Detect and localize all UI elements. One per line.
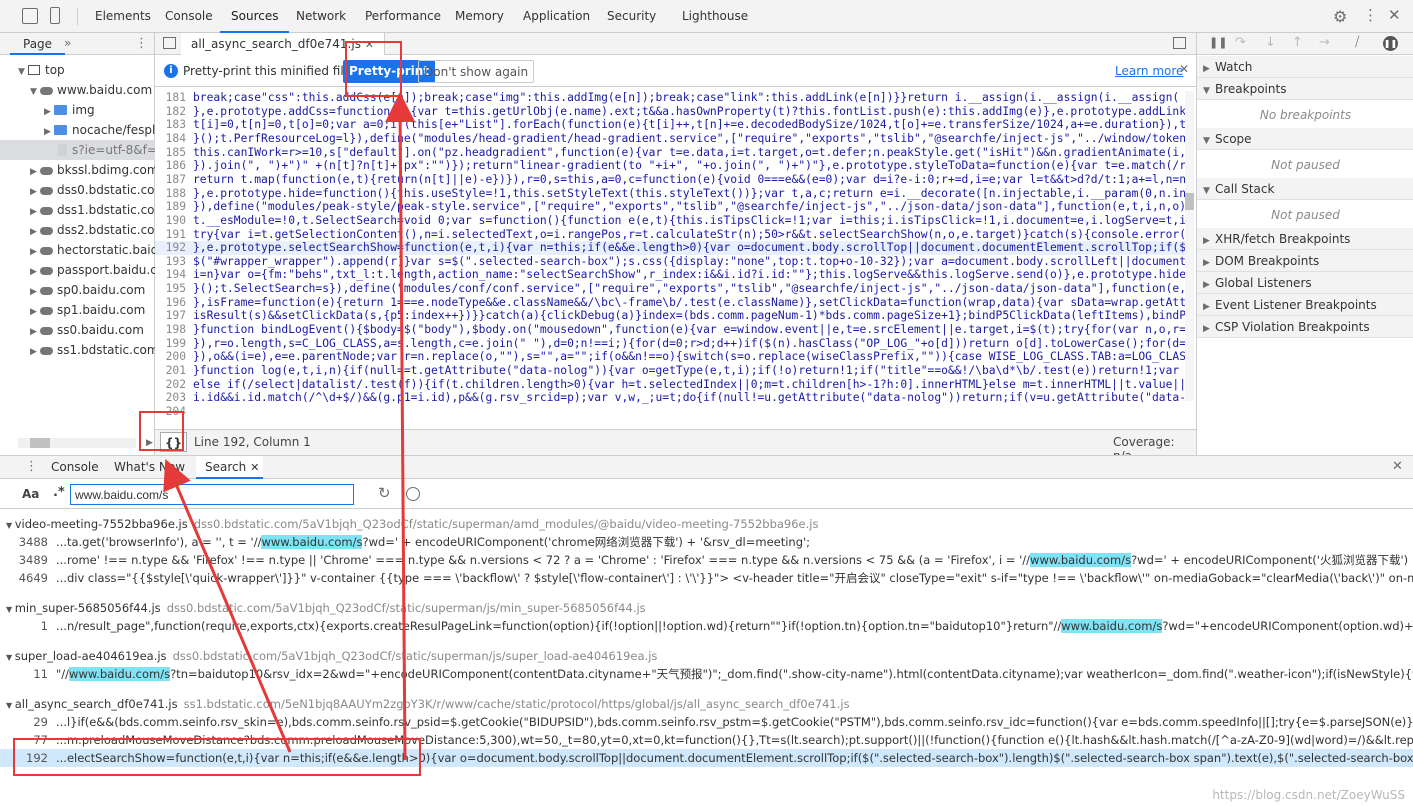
annotation-arrows bbox=[163, 92, 416, 761]
arrow-to-format-button bbox=[163, 458, 292, 753]
watermark: https://blog.csdn.net/ZoeyWuSS bbox=[1212, 788, 1405, 802]
arrow-to-pretty-print bbox=[385, 92, 416, 761]
